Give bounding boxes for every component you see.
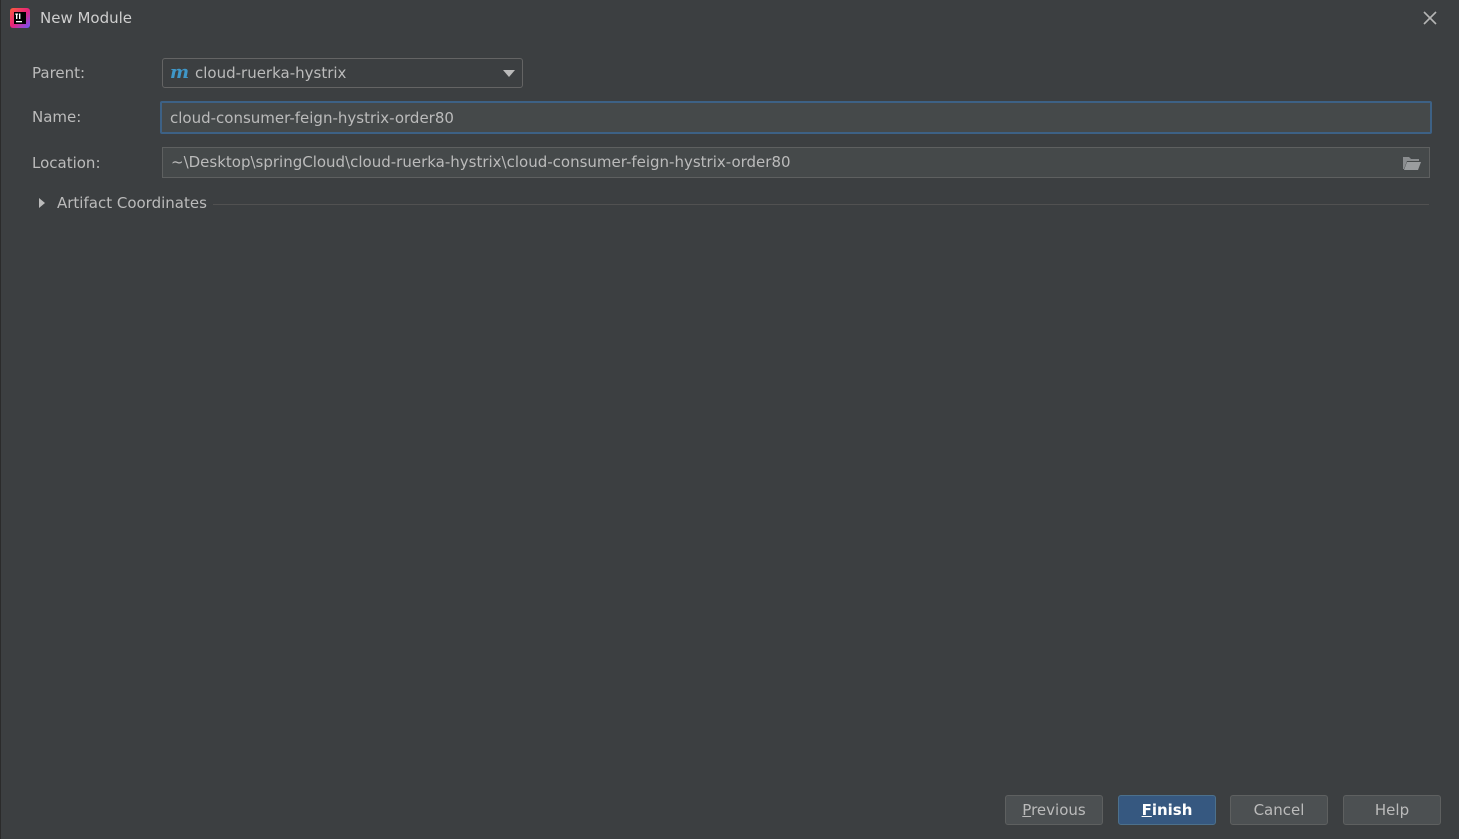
artifact-coordinates-label: Artifact Coordinates bbox=[57, 194, 207, 212]
name-label: Name: bbox=[32, 108, 82, 126]
chevron-down-icon bbox=[503, 70, 515, 77]
previous-mnemonic: P bbox=[1022, 801, 1032, 819]
new-module-dialog: New Module Parent: m cloud-ruerka-hystri… bbox=[0, 0, 1459, 839]
section-divider bbox=[213, 204, 1429, 205]
previous-label: revious bbox=[1031, 801, 1086, 819]
parent-value: cloud-ruerka-hystrix bbox=[195, 64, 347, 82]
location-label: Location: bbox=[32, 154, 101, 172]
help-button[interactable]: Help bbox=[1343, 795, 1441, 825]
title-bar: New Module bbox=[1, 0, 1459, 36]
finish-label: inish bbox=[1151, 801, 1193, 819]
maven-module-icon: m bbox=[170, 62, 190, 83]
folder-open-icon[interactable] bbox=[1402, 155, 1422, 171]
chevron-right-icon bbox=[39, 198, 45, 208]
parent-label: Parent: bbox=[32, 64, 86, 82]
name-input[interactable]: cloud-consumer-feign-hystrix-order80 bbox=[160, 101, 1432, 134]
finish-button[interactable]: Finish bbox=[1118, 795, 1216, 825]
close-icon[interactable] bbox=[1419, 7, 1441, 29]
parent-dropdown[interactable]: m cloud-ruerka-hystrix bbox=[162, 58, 523, 88]
location-input[interactable]: ~\Desktop\springCloud\cloud-ruerka-hystr… bbox=[162, 147, 1430, 178]
cancel-button[interactable]: Cancel bbox=[1230, 795, 1328, 825]
previous-button[interactable]: Previous bbox=[1005, 795, 1103, 825]
intellij-idea-icon bbox=[10, 8, 30, 28]
dialog-title: New Module bbox=[40, 9, 133, 27]
finish-mnemonic: F bbox=[1141, 801, 1152, 819]
